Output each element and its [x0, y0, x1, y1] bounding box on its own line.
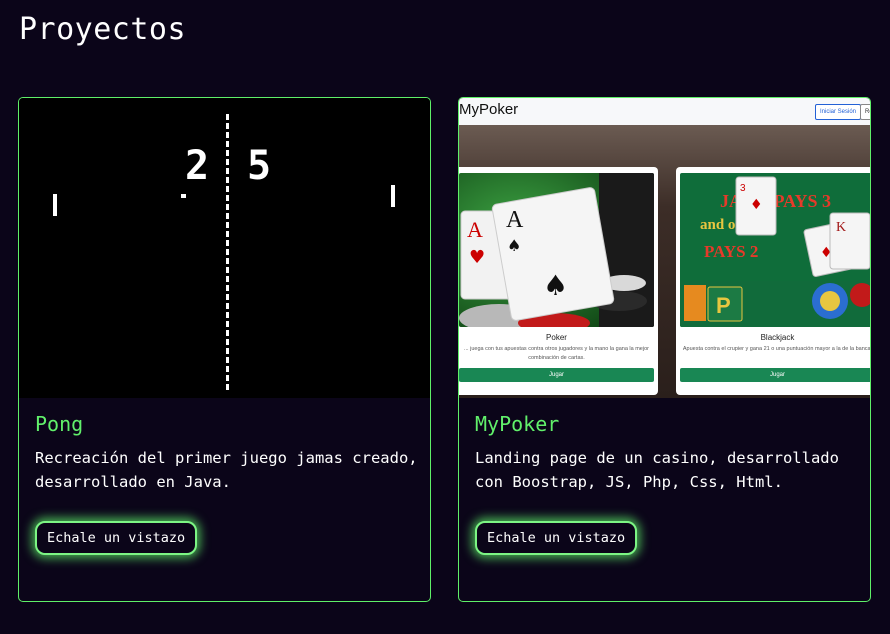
game-name: Blackjack [760, 333, 795, 342]
mypoker-navbar: MyPoker Iniciar Sesión Reg [459, 98, 870, 125]
pong-net [226, 114, 229, 390]
blackjack-table-image: JACK PAYS 3 and on 17 PAYS 2 P 3 ♦ ♦ [680, 173, 870, 327]
mypoker-screenshot: MyPoker Iniciar Sesión Reg [459, 98, 870, 398]
svg-text:3: 3 [740, 183, 746, 194]
project-description: Recreación del primer juego jamas creado… [35, 449, 418, 491]
pong-right-paddle [391, 185, 395, 207]
project-card-pong: 2 5 Pong Recreación del primer juego jam… [18, 97, 431, 602]
mypoker-register-button: Reg [860, 104, 870, 120]
svg-text:K: K [836, 220, 846, 235]
mypoker-login-button: Iniciar Sesión [815, 104, 862, 120]
game-play-button: Jugar [680, 368, 870, 382]
poker-cards-image: A ♥ A ♠ ♠ [459, 173, 654, 327]
page-title: Proyectos [19, 12, 187, 47]
project-title: Pong [35, 412, 84, 436]
pong-score-right: 5 [247, 143, 272, 189]
svg-text:P: P [716, 293, 731, 318]
pong-ball [181, 194, 186, 198]
svg-text:♠: ♠ [543, 269, 568, 302]
mypoker-game-card-poker: A ♥ A ♠ ♠ Poker ... juega con tus apuest… [459, 167, 658, 395]
game-description: ... juega con tus apuestas contra otros … [464, 346, 649, 361]
project-title: MyPoker [475, 412, 560, 436]
svg-text:♠: ♠ [507, 236, 521, 255]
project-description: Landing page de un casino, desarrollado … [475, 449, 839, 491]
game-play-button: Jugar [459, 368, 654, 382]
view-project-button[interactable]: Echale un vistazo [35, 521, 198, 555]
blackjack-table-illustration: JACK PAYS 3 and on 17 PAYS 2 P 3 ♦ ♦ [680, 173, 870, 327]
mypoker-brand: MyPoker [459, 101, 519, 118]
pong-left-paddle [53, 194, 57, 216]
pong-screenshot: 2 5 [19, 98, 430, 398]
game-name: Poker [546, 333, 567, 342]
poker-cards-illustration: A ♥ A ♠ ♠ [459, 173, 654, 327]
svg-text:♥: ♥ [469, 247, 485, 268]
svg-text:A: A [467, 217, 483, 242]
svg-text:PAYS 2: PAYS 2 [704, 242, 758, 261]
project-card-mypoker: MyPoker Iniciar Sesión Reg [458, 97, 871, 602]
svg-text:A: A [506, 207, 524, 233]
pong-score-left: 2 [185, 143, 210, 189]
game-description: Apuesta contra el crupier y gana 21 o un… [682, 346, 870, 352]
mypoker-game-card-blackjack: JACK PAYS 3 and on 17 PAYS 2 P 3 ♦ ♦ [676, 167, 870, 395]
view-project-button[interactable]: Echale un vistazo [475, 521, 638, 555]
svg-text:♦: ♦ [750, 197, 763, 213]
